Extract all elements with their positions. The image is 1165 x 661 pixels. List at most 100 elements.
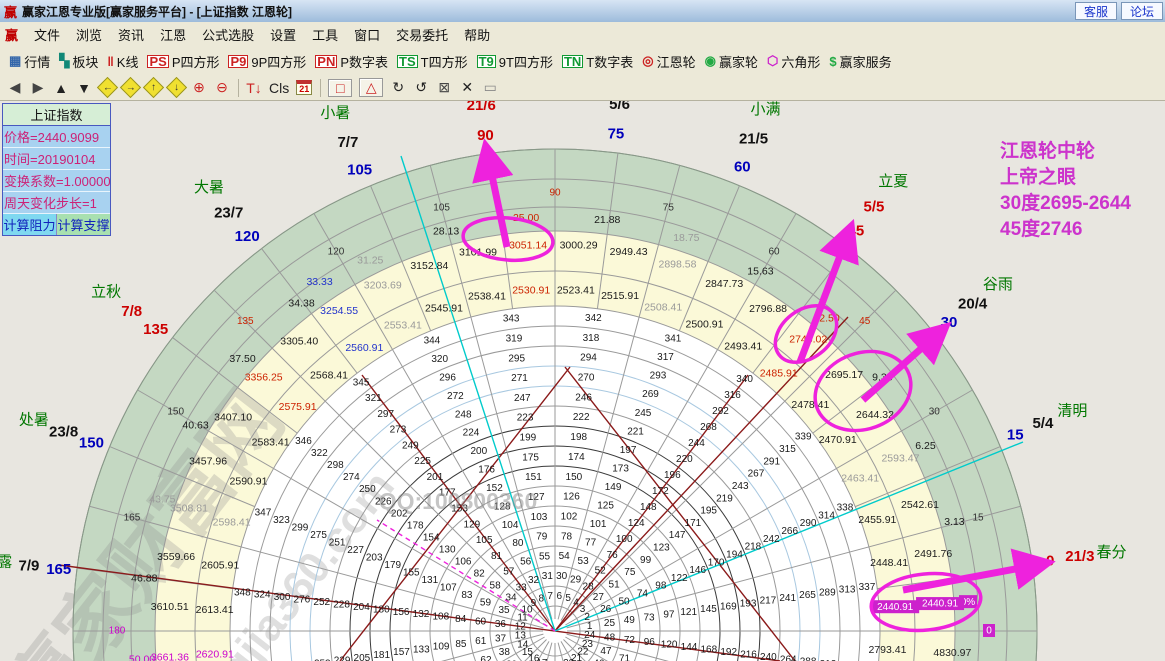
spiral-number: 247 xyxy=(514,393,531,404)
spiral-number: 24 xyxy=(584,630,596,641)
t-down-icon[interactable]: T↓ xyxy=(246,80,262,96)
rotate-ccw-icon[interactable]: ↺ xyxy=(413,79,429,96)
calc-resistance-button[interactable]: 计算阻力 xyxy=(3,214,57,235)
toolbar-button-行情[interactable]: ▦ 行情 xyxy=(9,52,50,71)
outer-degree-label: 150 xyxy=(79,435,104,452)
solar-date-label: 7/9 xyxy=(19,557,40,574)
menu-item-设置[interactable]: 设置 xyxy=(262,23,304,46)
title-bar: 赢 赢家江恩专业版[赢家服务平台] - [上证指数 江恩轮] 客服 论坛 xyxy=(0,0,1165,23)
cls-button[interactable]: Cls xyxy=(269,80,289,96)
spiral-number: 297 xyxy=(377,409,394,420)
menu-item-文件[interactable]: 文件 xyxy=(26,23,68,46)
degree-ring-label: 15 xyxy=(973,512,985,523)
percent-ring-label: 34.38 xyxy=(288,297,314,309)
spiral-number: 204 xyxy=(353,602,370,613)
spiral-number: 174 xyxy=(568,452,585,463)
draw-square-icon[interactable]: □ xyxy=(328,78,353,97)
diamond-right-icon[interactable]: → xyxy=(119,76,141,99)
percent-ring-label: 28.13 xyxy=(433,225,459,237)
spiral-number: 203 xyxy=(366,553,383,564)
price-ring-label: 3000.29 xyxy=(560,240,598,252)
menu-item-窗口[interactable]: 窗口 xyxy=(346,23,388,46)
support-button[interactable]: 客服 xyxy=(1074,2,1117,20)
spiral-number: 78 xyxy=(561,531,573,542)
menu-item-交易委托[interactable]: 交易委托 xyxy=(388,23,456,46)
toolbar-button-T数字表[interactable]: TN T数字表 xyxy=(561,52,633,71)
spiral-number: 265 xyxy=(799,590,816,601)
spiral-number: 227 xyxy=(347,545,364,556)
diamond-left-icon[interactable]: ← xyxy=(96,76,118,99)
spiral-number: 157 xyxy=(393,647,410,658)
menu-bar: 赢 文件 浏览 资讯 江恩 公式选股 设置 工具 窗口 交易委托 帮助 xyxy=(0,22,1165,48)
spiral-number: 246 xyxy=(575,392,592,403)
calendar-icon[interactable]: 21 xyxy=(296,80,313,95)
menu-item-资讯[interactable]: 资讯 xyxy=(110,23,152,46)
price-ring-label: 3559.66 xyxy=(157,551,195,563)
rotate-down-icon[interactable]: ▼ xyxy=(76,80,92,96)
menu-logo-icon: 赢 xyxy=(5,28,19,43)
toolbar-button-K线[interactable]: ‖ K线 xyxy=(107,52,138,71)
close-draw-icon[interactable]: ✕ xyxy=(459,79,475,96)
watermark-qq-text: QQ:100800360 xyxy=(379,488,538,514)
toolbar-button-T四方形[interactable]: TS T四方形 xyxy=(397,52,468,71)
spiral-number: 320 xyxy=(431,354,448,365)
degree-ring-label: 75 xyxy=(663,203,675,214)
zoom-out-icon[interactable]: ⊖ xyxy=(214,79,230,96)
page-prev-icon[interactable]: ◀ xyxy=(7,79,23,96)
trash-icon[interactable]: ▭ xyxy=(482,79,498,96)
spiral-number: 171 xyxy=(685,518,702,529)
spiral-number: 345 xyxy=(353,377,370,388)
toolbar-button-六角形[interactable]: ⬡ 六角形 xyxy=(767,52,820,71)
toolbar-button-P数字表[interactable]: PN P数字表 xyxy=(315,52,388,71)
toolbar-button-赢家轮[interactable]: ◉ 赢家轮 xyxy=(705,52,758,71)
price-ring-label: 2590.91 xyxy=(230,475,268,487)
toolbar-button-9T四方形[interactable]: T9 9T四方形 xyxy=(476,52,553,71)
spiral-number: 219 xyxy=(716,493,733,504)
calc-support-button[interactable]: 计算支撑 xyxy=(57,214,110,235)
rotate-cw-icon[interactable]: ↻ xyxy=(390,79,406,96)
outer-degree-label: 120 xyxy=(235,228,260,245)
menu-item-帮助[interactable]: 帮助 xyxy=(456,23,498,46)
annotation-line: 上帝之眼 xyxy=(1000,167,1077,188)
spiral-number: 180 xyxy=(373,604,390,615)
diamond-down-icon[interactable]: ↓ xyxy=(165,76,187,99)
toolbar-button-江恩轮[interactable]: ◎ 江恩轮 xyxy=(642,52,695,71)
spiral-number: 108 xyxy=(433,612,450,623)
toolbar-button-P四方形[interactable]: PS P四方形 xyxy=(147,52,219,71)
spiral-number: 150 xyxy=(566,472,583,483)
menu-item-江恩[interactable]: 江恩 xyxy=(152,23,194,46)
rotate-up-icon[interactable]: ▲ xyxy=(53,80,69,96)
spiral-number: 200 xyxy=(470,446,487,457)
price-ring-label: 2470.91 xyxy=(819,434,857,446)
diamond-up-icon[interactable]: ↑ xyxy=(142,76,164,99)
toolbar-button-赢家服务[interactable]: $ 赢家服务 xyxy=(829,52,891,71)
draw-triangle-icon[interactable]: △ xyxy=(359,78,384,97)
toolbar-button-板块[interactable]: ▚ 板块 xyxy=(59,52,98,71)
spiral-number: 225 xyxy=(414,456,431,467)
spiral-number: 264 xyxy=(780,654,797,661)
price-ring-label: 2620.91 xyxy=(196,649,234,661)
page-next-icon[interactable]: ▶ xyxy=(30,79,46,96)
solar-term-label: 处暑 xyxy=(19,411,49,428)
spiral-number: 289 xyxy=(819,587,836,598)
toolbar-button-9P四方形[interactable]: P9 9P四方形 xyxy=(228,52,306,71)
forum-button[interactable]: 论坛 xyxy=(1120,2,1163,20)
spiral-number: 32 xyxy=(528,575,540,586)
zoom-in-icon[interactable]: ⊕ xyxy=(191,79,207,96)
price-ring-label: 3457.96 xyxy=(189,456,227,468)
highlight-price-ring-label: 2440.91 xyxy=(877,602,914,613)
price-ring-label: 2898.58 xyxy=(658,259,696,271)
spiral-number: 266 xyxy=(781,526,798,537)
degree-ring-label: 45 xyxy=(859,316,871,327)
spiral-number: 126 xyxy=(563,492,580,503)
menu-item-工具[interactable]: 工具 xyxy=(304,23,346,46)
spiral-number: 48 xyxy=(604,632,616,643)
spiral-number: 52 xyxy=(595,566,607,577)
menu-item-浏览[interactable]: 浏览 xyxy=(68,23,110,46)
spiral-number: 74 xyxy=(637,589,649,600)
fit-window-icon[interactable]: ⊠ xyxy=(436,79,452,96)
spiral-number: 179 xyxy=(384,560,401,571)
price-ring-label: 2448.41 xyxy=(870,557,908,569)
price-ring-label: 2568.41 xyxy=(310,369,348,381)
menu-item-公式选股[interactable]: 公式选股 xyxy=(194,23,262,46)
